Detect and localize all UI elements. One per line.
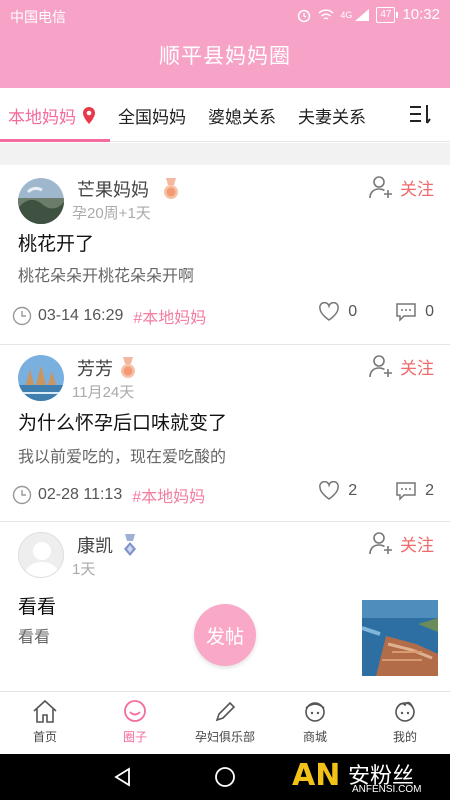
watermark-logo: AN — [292, 758, 341, 793]
section-divider — [0, 143, 450, 165]
comment-count: 2 — [425, 482, 434, 499]
nav-label: 商城 — [302, 730, 327, 744]
top-bar: 中国电信 4G 47 10:32 顺平县妈妈圈 — [0, 0, 450, 88]
pregnancy-week: 孕20周+1天 — [72, 205, 151, 222]
circle-icon — [124, 700, 146, 722]
pencil-icon — [215, 701, 236, 722]
nav-item-profile[interactable]: 我的 — [360, 698, 450, 753]
post-body: 桃花朵朵开桃花朵朵开啊 — [18, 268, 195, 285]
carrier-label: 中国电信 — [10, 9, 66, 25]
avatar[interactable] — [18, 178, 64, 224]
tab-couple-relations[interactable]: 夫妻关系 — [298, 103, 366, 128]
nav-item-pregnancy-club[interactable]: 孕妇俱乐部 — [180, 698, 270, 753]
watermark-url: ANFENSI.COM — [352, 784, 422, 795]
tab-local-moms[interactable]: 本地妈妈 — [8, 103, 97, 128]
status-icons: 4G 47 10:32 — [296, 6, 440, 23]
follow-button[interactable]: 关注 — [368, 174, 434, 200]
follow-label: 关注 — [400, 535, 434, 555]
post-tag[interactable]: #本地妈妈 — [133, 304, 206, 328]
network-label: 4G — [340, 9, 353, 20]
medal-badge-icon — [121, 357, 135, 378]
post-body: 看看 — [18, 629, 51, 646]
bottom-nav: 首页 圈子 孕妇俱乐部 商城 我的 — [0, 691, 450, 754]
avatar[interactable] — [18, 532, 64, 578]
nav-label: 圈子 — [122, 730, 147, 744]
nav-item-home[interactable]: 首页 — [0, 698, 90, 753]
clock: 10:32 — [402, 6, 440, 23]
avatar[interactable] — [18, 355, 64, 401]
nav-item-mall[interactable]: 商城 — [270, 698, 360, 753]
like-count: 2 — [348, 482, 358, 499]
post-meta: 03-14 16:29 #本地妈妈 — [12, 304, 206, 328]
add-user-icon — [369, 176, 392, 199]
post-body: 我以前爱吃的，现在爱吃酸的 — [18, 449, 227, 466]
clock-icon — [12, 306, 32, 326]
system-nav-bar: AN 安粉丝 ANFENSI.COM — [0, 754, 450, 800]
username[interactable]: 芳芳 — [77, 355, 113, 381]
home-icon — [33, 699, 57, 723]
post-datetime: 02-28 11:13 — [38, 486, 123, 503]
post-card[interactable]: 芳芳 11月24天 关注 为什么怀孕后口味就变了 我以前爱吃的，现在爱吃酸的 0… — [0, 345, 450, 522]
follow-button[interactable]: 关注 — [368, 353, 434, 379]
follow-button[interactable]: 关注 — [368, 530, 434, 556]
diamond-badge-icon — [124, 534, 136, 556]
follow-label: 关注 — [400, 179, 434, 199]
status-bar: 中国电信 4G 47 10:32 — [0, 0, 450, 32]
post-datetime: 03-14 16:29 — [38, 307, 124, 324]
post-title[interactable]: 为什么怀孕后口味就变了 — [18, 408, 227, 435]
home-circle-icon[interactable] — [214, 766, 236, 788]
signal-icon — [355, 8, 370, 21]
nav-label: 我的 — [392, 730, 417, 744]
location-pin-icon — [82, 107, 95, 124]
nav-label: 孕妇俱乐部 — [194, 730, 255, 744]
more-tabs-icon[interactable] — [408, 102, 432, 126]
wifi-icon — [318, 8, 334, 20]
new-post-button[interactable]: 发帖 — [194, 604, 256, 666]
back-icon[interactable] — [112, 766, 134, 788]
post-card[interactable]: 芒果妈妈 孕20周+1天 关注 桃花开了 桃花朵朵开桃花朵朵开啊 03-14 1… — [0, 166, 450, 345]
mall-icon — [305, 702, 325, 722]
follow-label: 关注 — [400, 358, 434, 378]
tab-label: 本地妈妈 — [8, 108, 76, 127]
add-user-icon — [369, 532, 392, 555]
post-title[interactable]: 看看 — [18, 592, 56, 619]
active-tab-indicator — [0, 139, 110, 142]
tab-in-law-relations[interactable]: 婆媳关系 — [208, 103, 276, 128]
alarm-icon — [298, 9, 311, 22]
username[interactable]: 康凯 — [77, 532, 113, 558]
baby-age: 1天 — [72, 561, 96, 578]
comment-icon[interactable] — [395, 302, 417, 322]
add-user-icon — [369, 355, 392, 378]
medal-badge-icon — [164, 178, 178, 199]
post-title[interactable]: 桃花开了 — [18, 229, 94, 256]
comment-icon[interactable] — [395, 481, 417, 501]
username[interactable]: 芒果妈妈 — [77, 176, 149, 202]
watermark: AN 安粉丝 ANFENSI.COM — [292, 758, 442, 798]
profile-icon — [395, 701, 415, 722]
post-thumbnail[interactable] — [362, 600, 438, 676]
tab-national-moms[interactable]: 全国妈妈 — [118, 103, 186, 128]
nav-label: 首页 — [32, 730, 57, 744]
post-actions: 2 2 — [318, 481, 434, 501]
comment-count: 0 — [425, 303, 434, 320]
like-icon[interactable] — [318, 481, 340, 501]
post-tag[interactable]: #本地妈妈 — [132, 483, 205, 507]
baby-age: 11月24天 — [72, 384, 135, 401]
post-meta: 02-28 11:13 #本地妈妈 — [12, 483, 205, 507]
clock-icon — [12, 485, 32, 505]
like-icon[interactable] — [318, 302, 340, 322]
battery-icon: 47 — [376, 6, 399, 23]
category-tabs: 本地妈妈 全国妈妈 婆媳关系 夫妻关系 — [0, 88, 450, 142]
post-actions: 0 0 — [318, 302, 434, 322]
nav-item-circle[interactable]: 圈子 — [90, 698, 180, 753]
like-count: 0 — [348, 303, 358, 320]
page-title: 顺平县妈妈圈 — [159, 45, 291, 68]
